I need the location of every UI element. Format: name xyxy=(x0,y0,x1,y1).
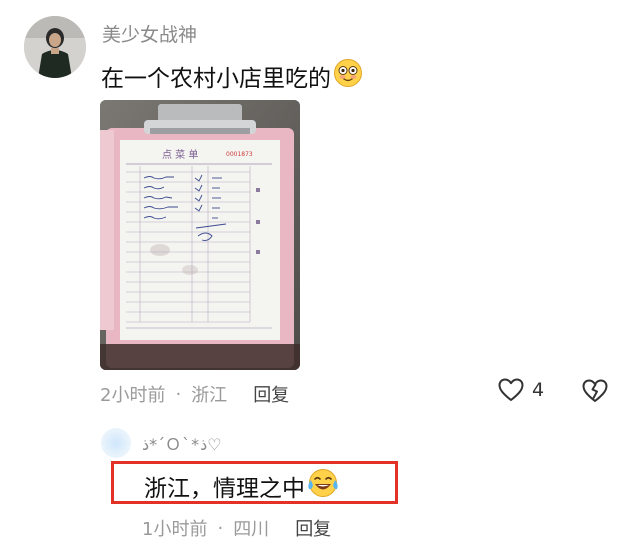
comment-username[interactable]: 美少女战神 xyxy=(102,20,197,47)
comment-thread: 美少女战神 在一个农村小店里吃的 点 菜 单 0001873 2小时前 · 浙江… xyxy=(0,0,640,548)
comment-photo[interactable]: 点 菜 单 0001873 xyxy=(100,100,300,370)
meta-separator: · xyxy=(217,517,224,539)
reply-username[interactable]: ذ*´Ｏ`*ذ♡ xyxy=(142,431,222,455)
like-button[interactable]: 4 xyxy=(498,378,544,402)
flushed-smile-emoji-icon xyxy=(333,58,363,94)
reply-meta: 1小时前 · 四川 回复 xyxy=(142,515,331,541)
heart-outline-icon xyxy=(498,378,524,401)
reply-time: 1小时前 xyxy=(142,519,208,540)
tears-of-joy-emoji-icon xyxy=(307,468,339,504)
receipt-photo-icon: 点 菜 单 0001873 xyxy=(100,100,300,370)
meta-separator: · xyxy=(175,383,182,405)
reply-user-avatar[interactable] xyxy=(101,428,131,458)
reply-location: 四川 xyxy=(233,519,270,540)
broken-heart-icon xyxy=(582,379,608,402)
user-avatar[interactable] xyxy=(24,16,86,78)
comment-text-row: 在一个农村小店里吃的 xyxy=(101,58,363,94)
comment-text: 在一个农村小店里吃的 xyxy=(101,66,331,92)
reply-reply-button[interactable]: 回复 xyxy=(295,515,331,541)
avatar-photo-icon xyxy=(24,16,86,78)
svg-text:0001873: 0001873 xyxy=(226,151,253,158)
comment-location: 浙江 xyxy=(191,385,228,406)
comment-meta: 2小时前 · 浙江 回复 xyxy=(100,381,289,407)
reply-text: 浙江，情理之中 xyxy=(144,476,305,502)
comment-time: 2小时前 xyxy=(100,385,166,406)
reply-button[interactable]: 回复 xyxy=(253,381,289,407)
dislike-button[interactable] xyxy=(582,379,608,407)
receipt-header: 点 菜 单 xyxy=(162,149,198,161)
reply-text-row: 浙江，情理之中 xyxy=(144,468,339,504)
like-count: 4 xyxy=(532,379,545,401)
